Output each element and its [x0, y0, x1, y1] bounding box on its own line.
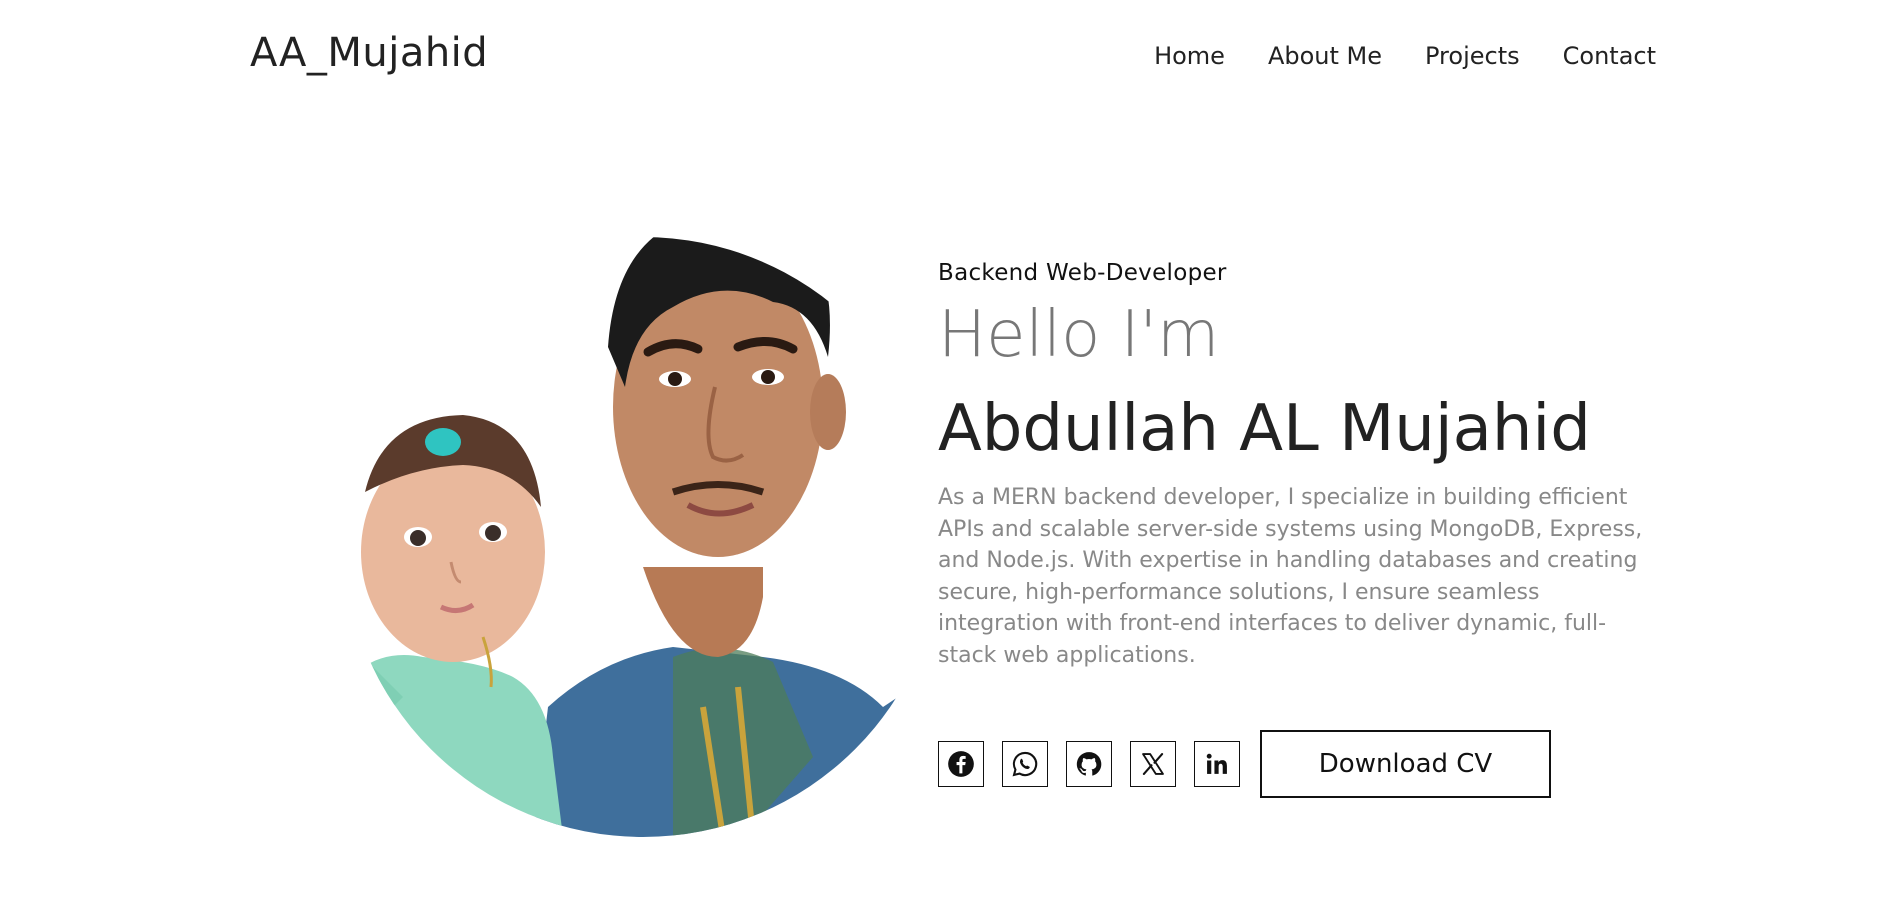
bio-paragraph: As a MERN backend developer, I specializ…	[938, 485, 1643, 668]
site-logo[interactable]: AA_Mujahid	[250, 30, 488, 76]
navbar: AA_Mujahid Home About Me Projects Contac…	[0, 0, 1891, 110]
job-title: Backend Web-Developer	[938, 260, 1227, 286]
nav-contact[interactable]: Contact	[1563, 42, 1656, 70]
hero-actions: Download CV	[938, 730, 1551, 798]
nav-home[interactable]: Home	[1154, 42, 1225, 70]
nav-projects[interactable]: Projects	[1425, 42, 1520, 70]
x-button[interactable]	[1130, 741, 1176, 787]
linkedin-button[interactable]	[1194, 741, 1240, 787]
x-icon	[1142, 753, 1164, 775]
github-button[interactable]	[1066, 741, 1112, 787]
greeting-heading: Hello I'm	[938, 298, 1220, 372]
name-heading: Abdullah AL Mujahid	[938, 392, 1591, 466]
linkedin-icon	[1206, 753, 1227, 774]
main-nav: Home About Me Projects Contact	[1154, 42, 1656, 70]
facebook-button[interactable]	[938, 741, 984, 787]
whatsapp-button[interactable]	[1002, 741, 1048, 787]
profile-photo	[343, 237, 943, 837]
download-cv-button[interactable]: Download CV	[1260, 730, 1551, 798]
facebook-icon	[948, 751, 974, 777]
github-icon	[1076, 752, 1102, 776]
hero-section: Backend Web-Developer Hello I'm Abdullah…	[938, 260, 1658, 671]
nav-about-me[interactable]: About Me	[1268, 42, 1382, 70]
whatsapp-icon	[1012, 751, 1038, 777]
